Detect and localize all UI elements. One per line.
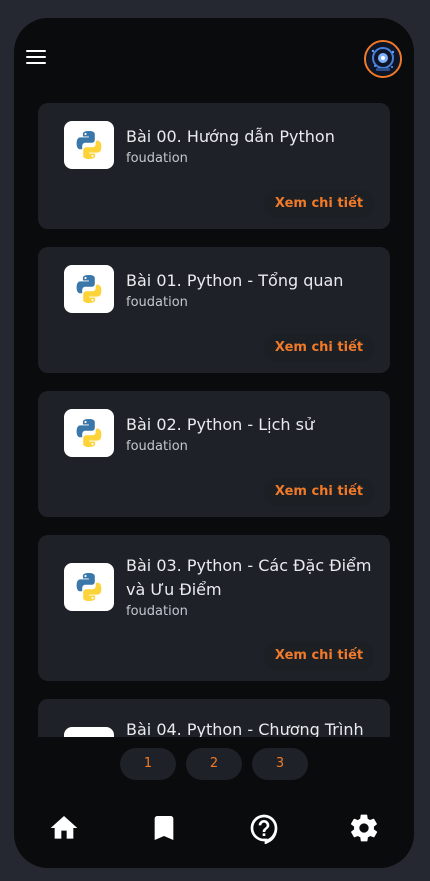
home-icon[interactable] <box>48 812 80 844</box>
view-detail-button[interactable]: Xem chi tiết <box>264 333 374 363</box>
page-button-1[interactable]: 1 <box>120 748 176 780</box>
lesson-category: foudation <box>126 151 188 166</box>
bottom-navigation <box>14 808 414 868</box>
lesson-category: foudation <box>126 295 188 310</box>
user-avatar[interactable] <box>364 40 402 78</box>
help-icon[interactable] <box>248 812 280 845</box>
lesson-title: Bài 04. Python - Chương Trình <box>126 720 364 737</box>
lesson-title: Bài 01. Python - Tổng quan foudation <box>126 269 376 312</box>
lesson-category: foudation <box>126 439 188 454</box>
python-logo-icon <box>64 727 114 737</box>
settings-icon[interactable] <box>348 812 380 844</box>
page-button-2[interactable]: 2 <box>186 748 242 780</box>
page-button-3[interactable]: 3 <box>252 748 308 780</box>
pagination: 1 2 3 <box>14 748 414 782</box>
python-logo-icon <box>64 409 114 457</box>
lesson-card[interactable]: Bài 00. Hướng dẫn Python foudation Xem c… <box>38 103 390 229</box>
app-screen: Bài 00. Hướng dẫn Python foudation Xem c… <box>14 18 414 868</box>
view-detail-button[interactable]: Xem chi tiết <box>264 189 374 219</box>
top-bar <box>14 18 414 98</box>
python-logo-icon <box>64 563 114 611</box>
bookmark-icon[interactable] <box>148 812 180 844</box>
hamburger-menu-icon[interactable] <box>26 50 46 66</box>
view-detail-button[interactable]: Xem chi tiết <box>264 477 374 507</box>
lesson-card[interactable]: Bài 04. Python - Chương Trình <box>38 699 390 737</box>
lesson-title: Bài 02. Python - Lịch sử foudation <box>126 413 376 456</box>
lesson-category: foudation <box>126 604 188 619</box>
lesson-card[interactable]: Bài 02. Python - Lịch sử foudation Xem c… <box>38 391 390 517</box>
lesson-list: Bài 00. Hướng dẫn Python foudation Xem c… <box>14 103 414 737</box>
view-detail-button[interactable]: Xem chi tiết <box>264 641 374 671</box>
lesson-title: Bài 03. Python - Các Đặc Điểm và Ưu Điểm… <box>126 554 376 621</box>
python-logo-icon <box>64 121 114 169</box>
lesson-card[interactable]: Bài 03. Python - Các Đặc Điểm và Ưu Điểm… <box>38 535 390 681</box>
python-logo-icon <box>64 265 114 313</box>
lesson-title: Bài 00. Hướng dẫn Python foudation <box>126 125 376 168</box>
lesson-card[interactable]: Bài 01. Python - Tổng quan foudation Xem… <box>38 247 390 373</box>
